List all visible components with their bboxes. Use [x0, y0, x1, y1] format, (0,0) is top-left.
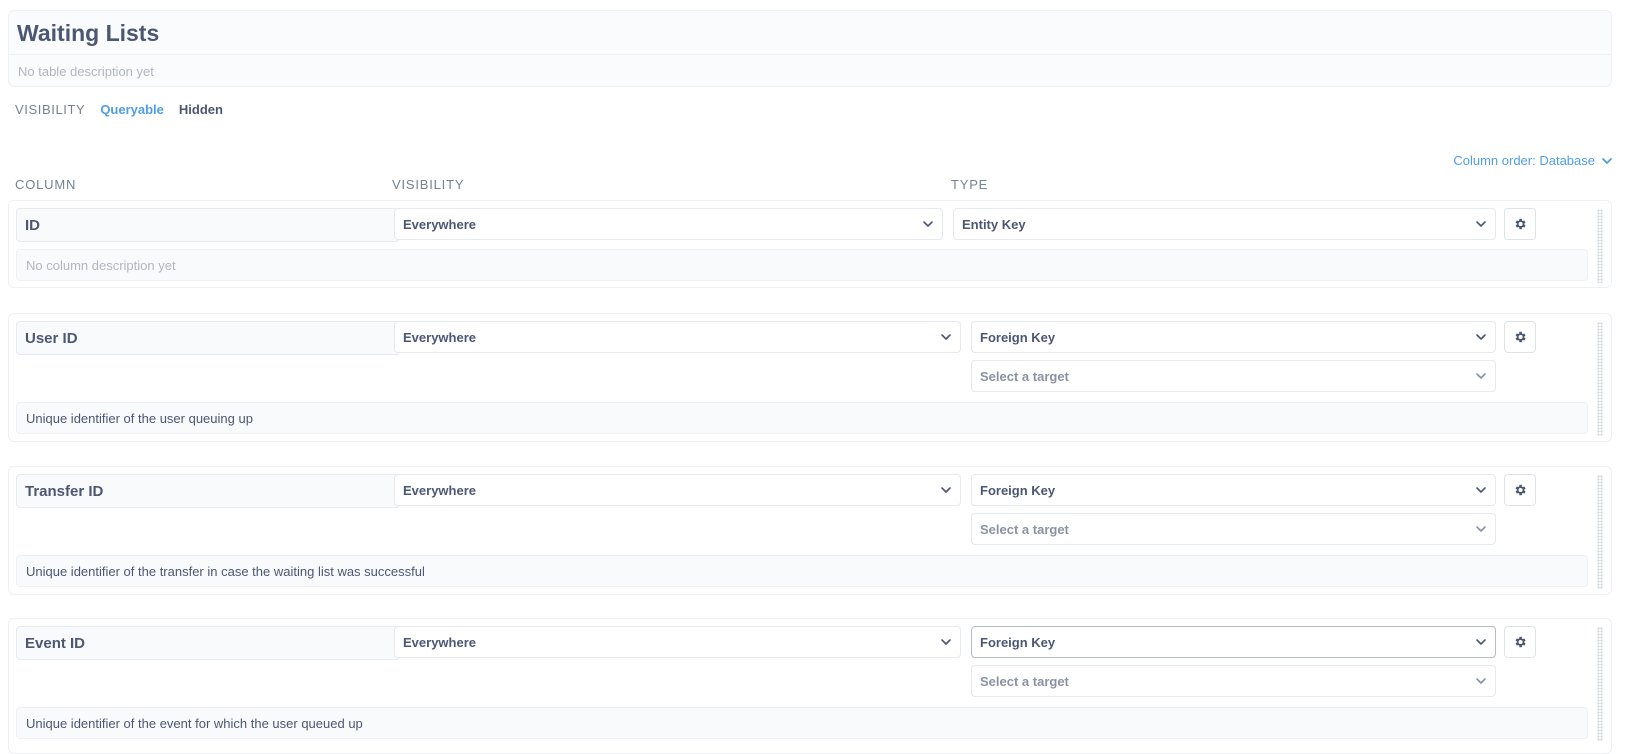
- fk-target-select[interactable]: Select a target: [971, 360, 1496, 392]
- table-header: Waiting Lists No table description yet: [8, 10, 1612, 87]
- column-order-label: Column order: Database: [1453, 153, 1595, 168]
- drag-handle[interactable]: [1597, 209, 1603, 283]
- column-header-column: COLUMN: [15, 177, 77, 192]
- table-metadata-editor: Waiting Lists No table description yet V…: [0, 0, 1625, 754]
- column-type-select[interactable]: Foreign Key: [971, 474, 1496, 506]
- drag-handle[interactable]: [1597, 475, 1603, 589]
- column-type-select[interactable]: Foreign Key: [971, 626, 1496, 658]
- column-visibility-value: Everywhere: [403, 634, 476, 650]
- column-type-value: Entity Key: [962, 216, 1026, 232]
- column-row-id: ID Everywhere Entity Key No column descr…: [8, 200, 1612, 288]
- fk-target-placeholder: Select a target: [980, 521, 1069, 537]
- column-visibility-value: Everywhere: [403, 216, 476, 232]
- column-visibility-select[interactable]: Everywhere: [394, 208, 943, 240]
- visibility-option-hidden[interactable]: Hidden: [179, 102, 223, 117]
- column-settings-button[interactable]: [1504, 626, 1536, 658]
- column-type-select[interactable]: Entity Key: [953, 208, 1496, 240]
- column-name-input[interactable]: User ID: [16, 321, 400, 355]
- column-row-event-id: Event ID Everywhere Foreign Key Select a…: [8, 618, 1612, 754]
- table-title-input[interactable]: Waiting Lists: [17, 20, 159, 47]
- column-settings-button[interactable]: [1504, 208, 1536, 240]
- visibility-label: VISIBILITY: [15, 102, 86, 117]
- column-name-input[interactable]: Event ID: [16, 626, 400, 660]
- column-visibility-value: Everywhere: [403, 329, 476, 345]
- gear-icon: [1515, 331, 1526, 343]
- column-type-select[interactable]: Foreign Key: [971, 321, 1496, 353]
- fk-target-select[interactable]: Select a target: [971, 665, 1496, 697]
- gear-icon: [1515, 636, 1526, 648]
- chevron-down-icon: [1476, 526, 1486, 532]
- column-description-input[interactable]: Unique identifier of the transfer in cas…: [16, 555, 1588, 587]
- column-header-visibility: VISIBILITY: [392, 177, 465, 192]
- column-name-input[interactable]: ID: [16, 208, 400, 242]
- chevron-down-icon: [941, 639, 951, 645]
- drag-handle[interactable]: [1597, 627, 1603, 741]
- column-description-input[interactable]: No column description yet: [16, 249, 1588, 281]
- column-visibility-select[interactable]: Everywhere: [394, 474, 961, 506]
- column-type-value: Foreign Key: [980, 482, 1056, 498]
- chevron-down-icon: [1476, 487, 1486, 493]
- column-visibility-select[interactable]: Everywhere: [394, 626, 961, 658]
- fk-target-placeholder: Select a target: [980, 368, 1069, 384]
- column-settings-button[interactable]: [1504, 321, 1536, 353]
- gear-icon: [1515, 484, 1526, 496]
- chevron-down-icon: [1476, 373, 1486, 379]
- chevron-down-icon: [1476, 678, 1486, 684]
- column-settings-button[interactable]: [1504, 474, 1536, 506]
- fk-target-placeholder: Select a target: [980, 673, 1069, 689]
- column-row-transfer-id: Transfer ID Everywhere Foreign Key Selec…: [8, 466, 1612, 595]
- column-visibility-value: Everywhere: [403, 482, 476, 498]
- column-row-user-id: User ID Everywhere Foreign Key Select a …: [8, 313, 1612, 442]
- column-description-input[interactable]: Unique identifier of the user queuing up: [16, 402, 1588, 434]
- column-name-input[interactable]: Transfer ID: [16, 474, 400, 508]
- fk-target-select[interactable]: Select a target: [971, 513, 1496, 545]
- chevron-down-icon: [1476, 334, 1486, 340]
- column-header-type: TYPE: [951, 177, 989, 192]
- table-description-input[interactable]: No table description yet: [18, 64, 154, 79]
- column-visibility-select[interactable]: Everywhere: [394, 321, 961, 353]
- column-type-value: Foreign Key: [980, 634, 1056, 650]
- gear-icon: [1515, 218, 1526, 230]
- chevron-down-icon: [941, 334, 951, 340]
- chevron-down-icon: [1602, 157, 1612, 164]
- drag-handle[interactable]: [1597, 322, 1603, 436]
- column-order-dropdown[interactable]: Column order: Database: [1453, 153, 1613, 168]
- column-description-input[interactable]: Unique identifier of the event for which…: [16, 707, 1588, 739]
- chevron-down-icon: [1476, 639, 1486, 645]
- table-visibility-toggle: VISIBILITY Queryable Hidden: [15, 102, 223, 117]
- visibility-option-queryable[interactable]: Queryable: [100, 102, 164, 117]
- chevron-down-icon: [923, 221, 933, 227]
- divider: [9, 54, 1611, 55]
- chevron-down-icon: [941, 487, 951, 493]
- column-type-value: Foreign Key: [980, 329, 1056, 345]
- chevron-down-icon: [1476, 221, 1486, 227]
